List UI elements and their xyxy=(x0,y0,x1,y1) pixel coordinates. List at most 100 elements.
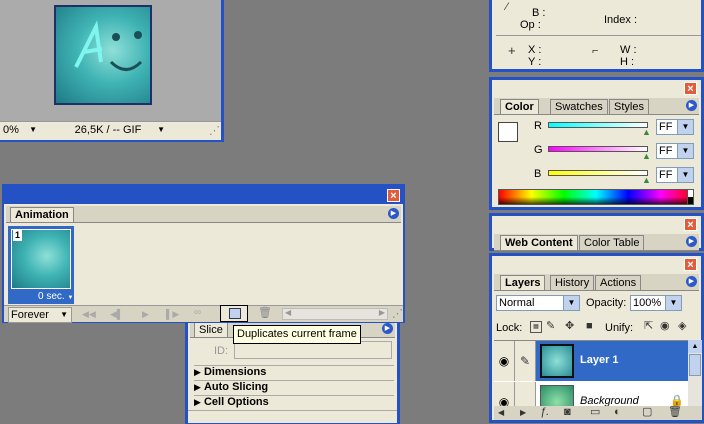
channel-g-value[interactable]: FF ▼ xyxy=(656,143,694,159)
close-icon[interactable]: × xyxy=(684,258,697,271)
info-b-label: B : xyxy=(532,7,546,19)
trash-icon[interactable]: 🗑 xyxy=(668,406,682,418)
lock-all-icon[interactable]: ■ xyxy=(586,320,593,332)
lock-move-icon[interactable]: ✥ xyxy=(565,320,574,332)
channel-g-slider[interactable] xyxy=(548,146,648,152)
color-spectrum-ramp[interactable] xyxy=(498,189,694,205)
foreground-swatch[interactable] xyxy=(498,122,518,142)
scroll-left-icon[interactable]: ◀ xyxy=(285,308,291,317)
scroll-thumb[interactable] xyxy=(689,354,701,376)
section-cell-options-label: Cell Options xyxy=(203,396,269,408)
info-divider xyxy=(496,35,701,36)
unify-visibility-icon[interactable]: ◉ xyxy=(660,320,670,332)
resize-grip-icon[interactable]: ⋰ xyxy=(392,308,403,320)
slider-thumb-icon[interactable]: ▲ xyxy=(642,174,651,186)
info-index-label: Index : xyxy=(604,14,638,26)
trash-icon[interactable]: 🗑 xyxy=(258,307,272,319)
unify-style-icon[interactable]: ◈ xyxy=(678,320,686,332)
zoom-dropdown[interactable]: 0% ▼ xyxy=(1,123,39,139)
image-thumbnail[interactable] xyxy=(54,5,152,105)
tab-animation[interactable]: Animation xyxy=(10,207,74,222)
chevron-down-icon: ▼ xyxy=(677,120,693,134)
layers-scrollbar[interactable]: ▲ xyxy=(688,340,702,406)
frame-delay-text: 0 sec. xyxy=(38,291,65,302)
tween-icon[interactable]: ∞ xyxy=(194,307,201,319)
close-icon[interactable]: × xyxy=(387,189,400,202)
visibility-eye-icon[interactable]: ◉ xyxy=(494,341,515,381)
lock-paint-icon[interactable]: ✎ xyxy=(546,320,555,332)
panel-menu-icon[interactable]: ▶ xyxy=(382,323,393,334)
section-auto-slicing-label: Auto Slicing xyxy=(203,381,269,393)
animation-titlebar[interactable]: × xyxy=(4,186,403,204)
horizontal-scrollbar[interactable]: ◀ ▶ xyxy=(282,308,388,320)
selection-size-icon: ⌐ xyxy=(592,45,599,57)
tab-color-table[interactable]: Color Table xyxy=(579,235,645,250)
adjustment-layer-icon[interactable]: ◐ xyxy=(614,406,621,418)
brush-link-icon[interactable]: ✎ xyxy=(515,341,536,381)
panel-menu-icon[interactable]: ▶ xyxy=(686,276,697,287)
scroll-left-icon[interactable]: ◀ xyxy=(498,407,504,419)
opacity-dropdown[interactable]: 100% ▼ xyxy=(630,295,682,311)
next-frame-icon[interactable]: ▌▶ xyxy=(166,308,179,320)
tab-styles[interactable]: Styles xyxy=(609,99,649,114)
animation-frame[interactable]: 1 0 sec. ▼ xyxy=(8,226,74,304)
channel-b-slider[interactable] xyxy=(548,170,648,176)
animation-controls: Forever ▼ ◀◀ ◀▌ ▶ ▌▶ ∞ 🗑 ◀ ▶ ⋰ xyxy=(4,305,403,323)
tab-web-content[interactable]: Web Content xyxy=(500,235,578,250)
image-document-window: 0% ▼ 26,5K / -- GIF ▼ ⋰ xyxy=(0,0,224,142)
play-icon[interactable]: ▶ xyxy=(142,308,149,320)
resize-grip-icon[interactable]: ⋰ xyxy=(209,125,220,137)
tab-layers[interactable]: Layers xyxy=(500,275,546,290)
slider-thumb-icon[interactable]: ▲ xyxy=(642,150,651,162)
web-tabstrip: Web Content Color Table ▶ xyxy=(494,234,699,251)
new-set-icon[interactable]: ▭ xyxy=(590,406,600,418)
scroll-right-icon[interactable]: ▶ xyxy=(379,308,385,317)
lock-transparency-icon[interactable]: ▦ xyxy=(530,321,542,333)
layer-row[interactable]: ◉ Background 🔒 xyxy=(494,382,688,407)
channel-r-value[interactable]: FF ▼ xyxy=(656,119,694,135)
scroll-right-icon[interactable]: ▶ xyxy=(520,407,526,419)
link-slot[interactable] xyxy=(515,382,536,407)
tab-actions[interactable]: Actions xyxy=(595,275,642,290)
tab-color[interactable]: Color xyxy=(500,99,539,114)
channel-b-value[interactable]: FF ▼ xyxy=(656,167,694,183)
tab-history[interactable]: History xyxy=(550,275,595,290)
size-info-dropdown[interactable]: 26,5K / -- GIF ▼ xyxy=(45,123,169,139)
panel-menu-icon[interactable]: ▶ xyxy=(388,208,399,219)
panel-menu-icon[interactable]: ▶ xyxy=(686,100,697,111)
first-frame-icon[interactable]: ◀◀ xyxy=(82,308,96,320)
close-icon[interactable]: × xyxy=(684,82,697,95)
channel-r-slider[interactable] xyxy=(548,122,648,128)
info-x-label: X : xyxy=(528,44,542,56)
blend-mode-text: Normal xyxy=(499,297,535,309)
channel-r-value-text: FF xyxy=(659,121,673,133)
unify-position-icon[interactable]: ⇱ xyxy=(644,320,653,332)
close-icon[interactable]: × xyxy=(684,218,697,231)
panel-menu-icon[interactable]: ▶ xyxy=(686,236,697,247)
tab-slice[interactable]: Slice xyxy=(194,322,228,337)
visibility-eye-icon[interactable]: ◉ xyxy=(494,382,515,407)
frame-delay[interactable]: 0 sec. ▼ xyxy=(38,291,73,302)
info-op-label: Op : xyxy=(520,19,541,31)
layer-row[interactable]: ◉ ✎ Layer 1 xyxy=(494,341,688,381)
scroll-up-icon[interactable]: ▲ xyxy=(688,340,702,353)
slider-thumb-icon[interactable]: ▲ xyxy=(642,126,651,138)
tab-swatches[interactable]: Swatches xyxy=(550,99,608,114)
section-dimensions[interactable]: ▶ Dimensions xyxy=(194,365,394,380)
blend-mode-dropdown[interactable]: Normal ▼ xyxy=(496,295,580,311)
section-auto-slicing[interactable]: ▶ Auto Slicing xyxy=(194,380,394,395)
duplicate-frame-button[interactable] xyxy=(220,305,248,322)
loop-dropdown[interactable]: Forever ▼ xyxy=(8,307,72,323)
slice-id-label: ID: xyxy=(214,345,229,357)
chevron-down-icon: ▼ xyxy=(67,295,74,301)
section-cell-options[interactable]: ▶ Cell Options xyxy=(194,395,394,410)
layer-style-icon[interactable]: ƒ. xyxy=(540,406,549,418)
layer-thumbnail xyxy=(540,385,574,407)
new-layer-icon[interactable]: ▢ xyxy=(642,406,652,418)
chevron-down-icon: ▼ xyxy=(29,125,37,134)
previous-frame-icon[interactable]: ◀▌ xyxy=(110,308,123,320)
black-white-swatch[interactable] xyxy=(687,189,694,205)
chevron-down-icon: ▼ xyxy=(677,168,693,182)
add-mask-icon[interactable]: ◙ xyxy=(564,406,571,418)
disclosure-triangle-icon: ▶ xyxy=(194,367,201,377)
